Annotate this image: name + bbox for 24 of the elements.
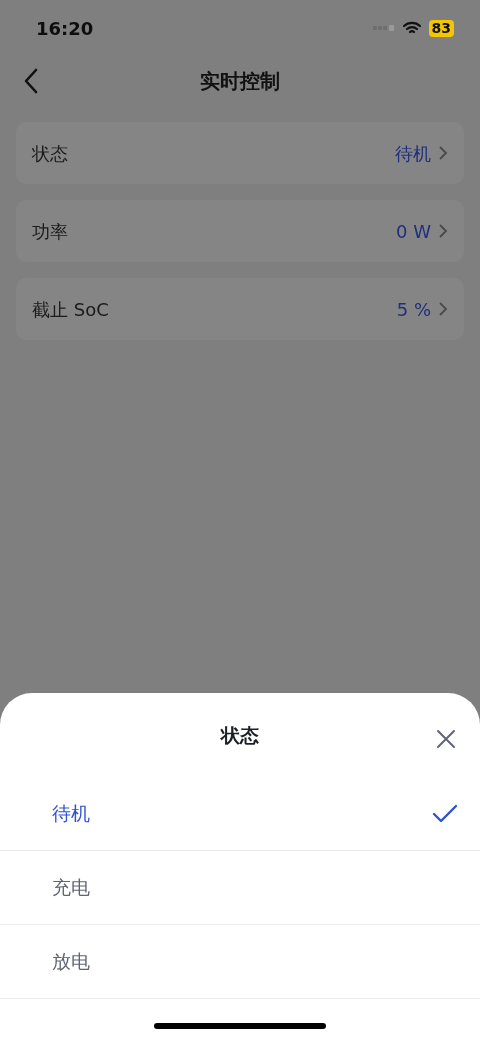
- setting-row[interactable]: 功率 0 W: [16, 200, 464, 262]
- chevron-icon: [439, 146, 448, 160]
- setting-row[interactable]: 截止 SoC 5 %: [16, 278, 464, 340]
- check-icon: [432, 803, 458, 824]
- option-item[interactable]: 充电: [0, 851, 480, 925]
- chevron-icon: [439, 302, 448, 316]
- battery-level: 83: [428, 19, 454, 37]
- sheet-title: 状态: [221, 722, 259, 748]
- setting-value: 0 W: [396, 219, 431, 244]
- back-icon[interactable]: [24, 68, 38, 94]
- setting-label: 功率: [32, 219, 68, 244]
- page-title: 实时控制: [200, 68, 280, 95]
- setting-row[interactable]: 状态 待机: [16, 122, 464, 184]
- close-icon[interactable]: [436, 729, 456, 749]
- status-time: 16:20: [36, 16, 94, 41]
- setting-value: 5 %: [396, 297, 431, 322]
- setting-value: 待机: [395, 141, 431, 166]
- option-item[interactable]: 待机: [0, 777, 480, 851]
- option-item[interactable]: 放电: [0, 925, 480, 999]
- signal-icon: [372, 25, 395, 31]
- wifi-icon: [402, 21, 421, 35]
- chevron-icon: [439, 224, 448, 238]
- setting-label: 状态: [32, 141, 68, 166]
- setting-label: 截止 SoC: [32, 297, 109, 322]
